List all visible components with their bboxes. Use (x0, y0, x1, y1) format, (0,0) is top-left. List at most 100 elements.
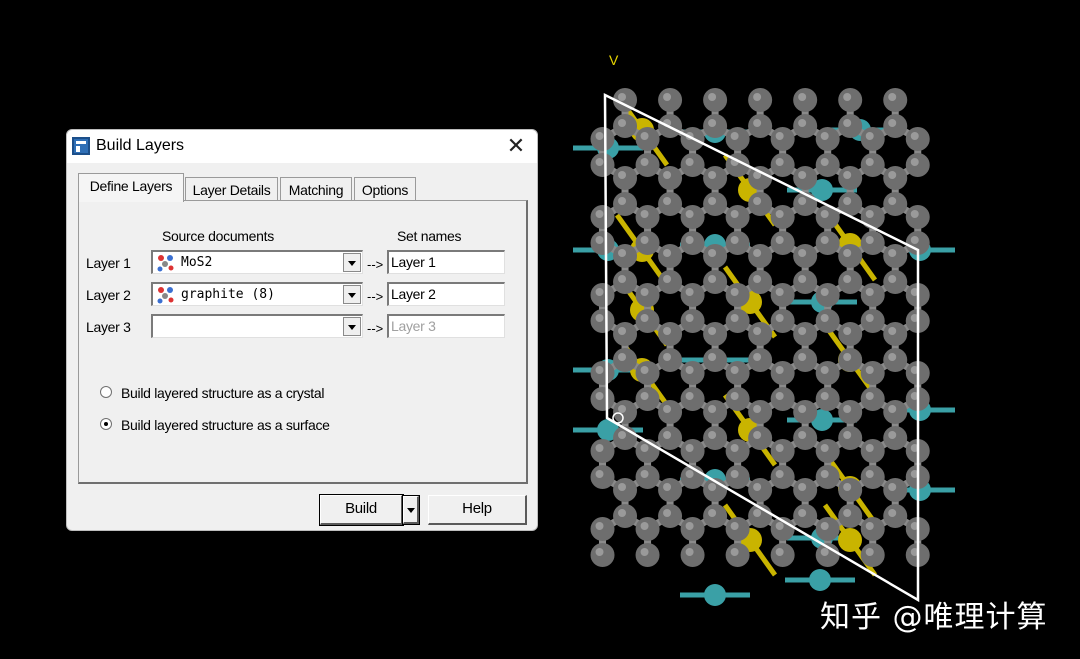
atom-highlight (865, 392, 874, 400)
carbon-atom (613, 322, 638, 346)
layer-3-source-select[interactable] (151, 314, 363, 338)
title-bar[interactable]: Build Layers ✕ (67, 130, 537, 163)
atom-highlight (685, 522, 694, 530)
carbon-atom (703, 166, 728, 190)
atom-highlight (663, 353, 672, 361)
atom-highlight (708, 93, 717, 101)
atom-highlight (730, 444, 739, 452)
dialog-title: Build Layers (96, 137, 185, 154)
atom-highlight (888, 431, 897, 439)
atom-highlight (685, 548, 694, 556)
carbon-atom (838, 114, 863, 138)
atom-highlight (820, 210, 829, 218)
axis-label: V (609, 52, 619, 68)
tab-define-layers[interactable]: Define Layers (78, 173, 184, 202)
carbon-atom (680, 309, 705, 333)
atom-highlight (753, 93, 762, 101)
atom-highlight (595, 314, 604, 322)
dropdown-arrow-icon[interactable] (343, 253, 361, 272)
atom-highlight (888, 405, 897, 413)
atom-highlight (640, 132, 649, 140)
carbon-atom (613, 478, 638, 502)
carbon-atom (613, 270, 638, 294)
carbon-atom (748, 244, 773, 268)
atom-highlight (865, 548, 874, 556)
carbon-atom (635, 153, 660, 177)
layer-1-source-select[interactable]: MoS2 (151, 250, 363, 274)
atom-highlight (595, 288, 604, 296)
carbon-atom (680, 517, 705, 541)
carbon-atom (883, 426, 908, 450)
atom-highlight (910, 158, 919, 166)
atom-highlight (640, 158, 649, 166)
carbon-atom (860, 361, 885, 385)
atom-highlight (685, 392, 694, 400)
carbon-atom (748, 400, 773, 424)
atom-highlight (640, 366, 649, 374)
carbon-atom (613, 348, 638, 372)
carbon-atom (613, 192, 638, 216)
carbon-atom (770, 283, 795, 307)
layer-2-name-input[interactable]: Layer 2 (387, 282, 505, 306)
build-button[interactable]: Build (319, 494, 404, 526)
close-icon[interactable]: ✕ (501, 133, 531, 159)
build-layers-dialog: Build Layers ✕ Define Layers Layer Detai… (66, 129, 538, 531)
atom-highlight (888, 509, 897, 517)
carbon-atom (635, 387, 660, 411)
carbon-atom (680, 543, 705, 567)
atom-highlight (865, 470, 874, 478)
atom-highlight (820, 314, 829, 322)
atom-highlight (820, 548, 829, 556)
dropdown-arrow-icon[interactable] (343, 317, 361, 336)
carbon-atom (883, 400, 908, 424)
atom-highlight (618, 275, 627, 283)
carbon-atom (680, 153, 705, 177)
layer-3-name-input[interactable]: Layer 3 (387, 314, 505, 338)
layer-2-source-select[interactable]: graphite (8) (151, 282, 363, 306)
surface-radio-icon[interactable] (100, 418, 112, 430)
crystal-radio-icon[interactable] (100, 386, 112, 398)
carbon-atom (838, 348, 863, 372)
carbon-atom (883, 88, 908, 112)
crystal-option-label[interactable]: Build layered structure as a crystal (121, 385, 324, 401)
structure-viewer[interactable]: V (560, 40, 960, 640)
carbon-atom (748, 88, 773, 112)
atom-highlight (843, 197, 852, 205)
carbon-atom (725, 309, 750, 333)
carbon-atom (883, 478, 908, 502)
help-button[interactable]: Help (428, 495, 527, 525)
atom-highlight (820, 392, 829, 400)
layer-3-label: Layer 3 (86, 319, 131, 335)
carbon-atom (680, 361, 705, 385)
atom-highlight (663, 483, 672, 491)
carbon-atom (793, 504, 818, 528)
atom-highlight (798, 93, 807, 101)
carbon-atom (680, 205, 705, 229)
carbon-atom (815, 309, 840, 333)
atom-highlight (865, 132, 874, 140)
carbon-atom (703, 504, 728, 528)
carbon-atom (635, 517, 660, 541)
carbon-atom (815, 465, 840, 489)
carbon-atom (590, 231, 615, 255)
atom-highlight (865, 522, 874, 530)
carbon-atom (658, 322, 683, 346)
surface-option-label[interactable]: Build layered structure as a surface (121, 417, 330, 433)
dropdown-arrow-icon[interactable] (343, 285, 361, 304)
atom-highlight (618, 483, 627, 491)
atom-highlight (820, 444, 829, 452)
carbon-atom (703, 192, 728, 216)
atom-highlight (640, 522, 649, 530)
carbon-atom (590, 361, 615, 385)
atom-highlight (618, 327, 627, 335)
atom-highlight (595, 210, 604, 218)
atom-highlight (843, 327, 852, 335)
carbon-atom (590, 543, 615, 567)
atom-highlight (595, 522, 604, 530)
carbon-atom (838, 400, 863, 424)
carbon-atom (770, 309, 795, 333)
build-menu-dropdown-icon[interactable] (402, 495, 420, 525)
atom-highlight (775, 548, 784, 556)
carbon-atom (658, 400, 683, 424)
layer-1-name-input[interactable]: Layer 1 (387, 250, 505, 274)
